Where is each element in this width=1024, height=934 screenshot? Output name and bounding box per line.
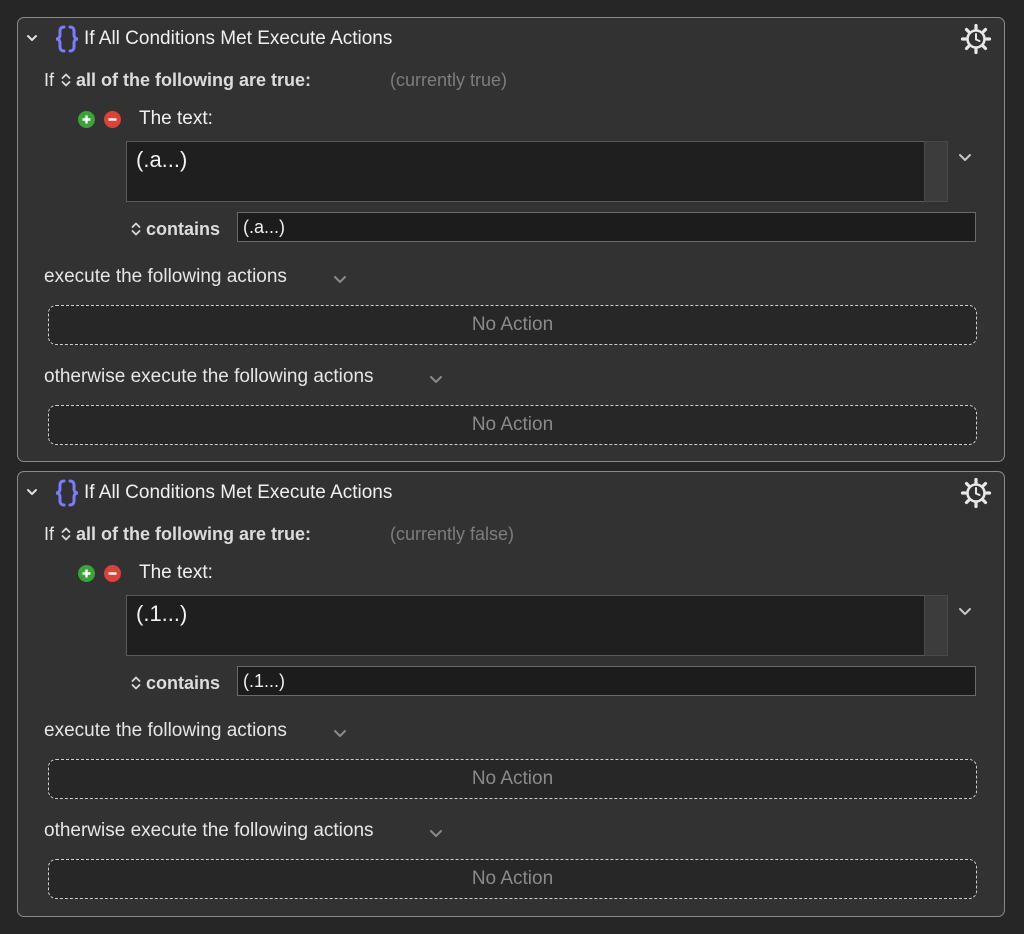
if-label: If [44, 70, 55, 90]
if-then-else-action-1: If All Conditions Met Execute Actions If… [17, 17, 1005, 462]
chevron-down-icon[interactable] [332, 728, 348, 740]
condition-status: (currently true) [390, 70, 508, 90]
chevron-down-icon[interactable] [332, 274, 348, 286]
text-condition-value: (.a...) [136, 147, 188, 172]
text-field-scrollbar[interactable] [924, 595, 948, 656]
up-down-icon[interactable] [60, 72, 72, 88]
text-condition-label: The text: [139, 108, 213, 129]
chevron-down-icon[interactable] [25, 31, 39, 45]
chevron-down-icon[interactable] [25, 485, 39, 499]
up-down-icon[interactable] [60, 526, 72, 542]
then-actions-drop-zone[interactable]: No Action [48, 759, 977, 799]
up-down-icon[interactable] [130, 221, 142, 237]
no-action-placeholder: No Action [471, 868, 554, 889]
braces-icon [55, 25, 79, 53]
plus-icon[interactable] [78, 111, 95, 128]
chevron-down-icon[interactable] [956, 605, 974, 619]
then-actions-drop-zone[interactable]: No Action [48, 305, 977, 345]
text-condition-label: The text: [139, 562, 213, 583]
condition-mode-row: If all of the following are true: [44, 70, 311, 94]
else-actions-drop-zone[interactable]: No Action [48, 859, 977, 899]
gear-clock-icon[interactable] [960, 477, 992, 509]
text-condition-field[interactable]: (.a...) [126, 141, 926, 202]
minus-icon[interactable] [104, 111, 121, 128]
action-title: If All Conditions Met Execute Actions [84, 482, 393, 503]
no-action-placeholder: No Action [471, 414, 554, 435]
plus-icon[interactable] [78, 565, 95, 582]
then-actions-label: execute the following actions [44, 266, 287, 287]
condition-status: (currently false) [390, 524, 515, 544]
chevron-down-icon[interactable] [428, 374, 444, 386]
no-action-placeholder: No Action [471, 768, 554, 789]
operator-popup[interactable]: contains [146, 219, 220, 239]
match-value: (.a...) [243, 217, 286, 237]
else-actions-label: otherwise execute the following actions [44, 366, 374, 387]
else-actions-label: otherwise execute the following actions [44, 820, 374, 841]
braces-icon [55, 479, 79, 507]
operator-row: contains [130, 219, 220, 240]
chevron-down-icon[interactable] [428, 828, 444, 840]
else-actions-drop-zone[interactable]: No Action [48, 405, 977, 445]
condition-mode-row: If all of the following are true: [44, 524, 311, 548]
then-actions-label: execute the following actions [44, 720, 287, 741]
if-then-else-action-2: If All Conditions Met Execute Actions If… [17, 471, 1005, 917]
text-condition-value: (.1...) [136, 601, 188, 626]
text-field-scrollbar[interactable] [924, 141, 948, 202]
up-down-icon[interactable] [130, 675, 142, 691]
operator-popup[interactable]: contains [146, 673, 220, 693]
action-header[interactable]: If All Conditions Met Execute Actions [18, 472, 1004, 516]
action-title: If All Conditions Met Execute Actions [84, 28, 393, 49]
if-label: If [44, 524, 55, 544]
condition-mode-popup[interactable]: all of the following are true: [76, 524, 311, 544]
condition-mode-popup[interactable]: all of the following are true: [76, 70, 311, 90]
match-value-field[interactable]: (.a...) [237, 212, 976, 242]
operator-row: contains [130, 673, 220, 694]
gear-clock-icon[interactable] [960, 23, 992, 55]
no-action-placeholder: No Action [471, 314, 554, 335]
minus-icon[interactable] [104, 565, 121, 582]
match-value-field[interactable]: (.1...) [237, 666, 976, 696]
action-header[interactable]: If All Conditions Met Execute Actions [18, 18, 1004, 62]
text-condition-field[interactable]: (.1...) [126, 595, 926, 656]
chevron-down-icon[interactable] [956, 151, 974, 165]
match-value: (.1...) [243, 671, 286, 691]
